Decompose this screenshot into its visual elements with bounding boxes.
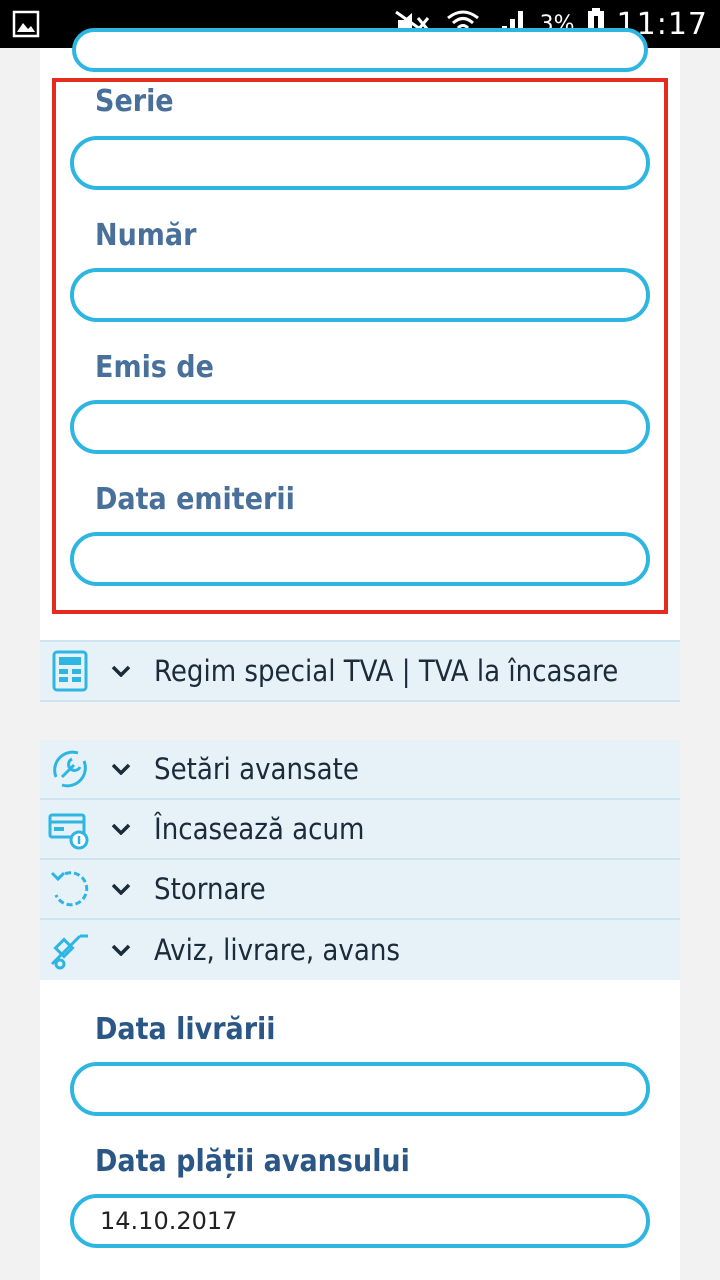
numar-input[interactable] [70,268,650,322]
section-label: Regim special TVA | TVA la încasare [154,654,619,688]
data-platii-input[interactable]: 14.10.2017 [70,1194,650,1248]
data-livrarii-label: Data livrării [95,1012,276,1047]
previous-field-input[interactable] [72,28,648,72]
section-incaseaza-acum[interactable]: Încasează acum [40,800,680,860]
data-emiterii-label: Data emiterii [95,482,295,517]
section-label: Setări avansate [154,752,359,786]
section-regim-special[interactable]: Regim special TVA | TVA la încasare [40,640,680,702]
section-stornare[interactable]: Stornare [40,860,680,920]
calculator-icon [46,647,94,695]
chevron-down-icon [106,665,136,677]
data-livrarii-input[interactable] [70,1062,650,1116]
serie-label: Serie [95,84,174,119]
chevron-down-icon [106,944,136,956]
chevron-down-icon [106,763,136,775]
section-setari-avansate[interactable]: Setări avansate [40,740,680,800]
chevron-down-icon [106,823,136,835]
chevron-down-icon [106,883,136,895]
section-label: Aviz, livrare, avans [154,933,400,967]
gallery-icon [12,10,40,38]
wrench-icon [46,745,94,793]
section-gap [40,702,680,740]
section-label: Stornare [154,872,266,906]
hand-truck-icon [46,926,94,974]
data-emiterii-input[interactable] [70,532,650,586]
payment-icon [46,805,94,853]
data-platii-label: Data plății avansului [95,1144,410,1179]
invoice-form: Serie Număr Emis de Data emiterii Regim … [40,28,680,1280]
section-aviz-livrare-avans[interactable]: Aviz, livrare, avans [40,920,680,980]
serie-input[interactable] [70,136,650,190]
emis-de-input[interactable] [70,400,650,454]
reverse-icon [46,865,94,913]
numar-label: Număr [95,218,197,253]
emis-de-label: Emis de [95,350,214,385]
section-label: Încasează acum [154,812,365,846]
